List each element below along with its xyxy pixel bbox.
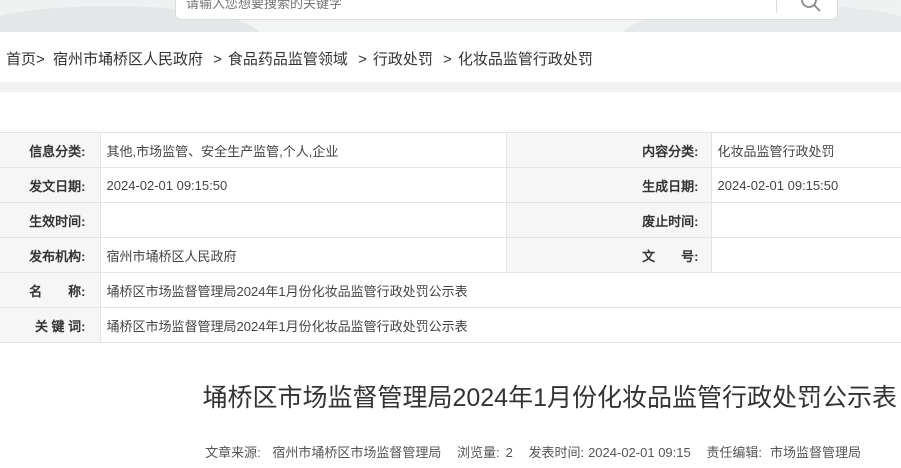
source-label: 文章来源:: [205, 445, 261, 460]
views-value: 2: [505, 445, 513, 460]
editor-value: 市场监督管理局: [769, 445, 861, 460]
publisher-label: 发布机构:: [0, 237, 101, 273]
search-icon: [801, 0, 821, 12]
doc-number-value: [710, 237, 901, 273]
content-category-label: 内容分类:: [505, 132, 712, 168]
effective-date-label: 生效时间:: [0, 202, 101, 238]
name-label: 名 称:: [0, 272, 101, 308]
name-value: 埇桥区市场监督管理局2024年1月份化妆品监管行政处罚公示表: [99, 272, 901, 308]
breadcrumb-government[interactable]: 宿州市埇桥区人民政府: [53, 51, 203, 68]
generate-date-value: 2024-02-01 09:15:50: [710, 167, 901, 203]
keywords-value: 埇桥区市场监督管理局2024年1月份化妆品监管行政处罚公示表: [99, 307, 901, 343]
publish-time-value: 2024-02-01 09:15: [588, 445, 691, 460]
expire-date-value: [710, 202, 901, 238]
effective-date-value: [99, 202, 507, 238]
content-category-value: 化妆品监管行政处罚: [710, 132, 901, 168]
table-row: 生效时间: 废止时间:: [0, 202, 901, 238]
breadcrumb-separator: >: [36, 51, 45, 68]
breadcrumb-cosmetics[interactable]: 化妆品监管行政处罚: [458, 51, 593, 68]
doc-number-label: 文 号:: [505, 237, 712, 273]
table-row: 关 键 词: 埇桥区市场监督管理局2024年1月份化妆品监管行政处罚公示表: [0, 307, 901, 343]
breadcrumb-home[interactable]: 首页: [6, 51, 36, 68]
issue-date-value: 2024-02-01 09:15:50: [99, 167, 507, 203]
views-label: 浏览量:: [456, 445, 500, 460]
breadcrumb-separator: >: [443, 51, 452, 68]
search-divider: [776, 0, 777, 13]
search-button[interactable]: [788, 0, 832, 19]
breadcrumb-penalty[interactable]: 行政处罚: [373, 51, 433, 68]
table-row: 信息分类: 其他,市场监管、安全生产监管,个人,企业 内容分类: 化妆品监管行政…: [0, 132, 901, 168]
table-row: 发文日期: 2024-02-01 09:15:50 生成日期: 2024-02-…: [0, 167, 901, 203]
expire-date-label: 废止时间:: [505, 202, 712, 238]
source-value: 宿州市埇桥区市场监督管理局: [272, 445, 442, 460]
category-label: 信息分类:: [0, 132, 101, 168]
breadcrumb-separator: >: [358, 51, 367, 68]
document-info-table: 信息分类: 其他,市场监管、安全生产监管,个人,企业 内容分类: 化妆品监管行政…: [0, 132, 901, 343]
breadcrumb: 首页> 宿州市埇桥区人民政府 > 食品药品监管领域 > 行政处罚 > 化妆品监管行政处…: [6, 48, 593, 68]
publisher-value: 宿州市埇桥区人民政府: [99, 237, 507, 273]
breadcrumb-separator: >: [213, 51, 222, 68]
search-input[interactable]: [186, 0, 776, 19]
search-box: [175, 0, 838, 20]
article-title: 埇桥区市场监督管理局2024年1月份化妆品监管行政处罚公示表: [202, 384, 897, 412]
article-meta: 文章来源: 宿州市埇桥区市场监督管理局 浏览量: 2 发表时间: 2024-02-0…: [0, 442, 901, 461]
category-value: 其他,市场监管、安全生产监管,个人,企业: [99, 132, 507, 168]
breadcrumb-food-drug[interactable]: 食品药品监管领域: [228, 51, 348, 68]
editor-label: 责任编辑:: [706, 445, 762, 460]
keywords-label: 关 键 词:: [0, 307, 101, 343]
section-divider: [0, 82, 901, 92]
issue-date-label: 发文日期:: [0, 167, 101, 203]
table-row: 名 称: 埇桥区市场监督管理局2024年1月份化妆品监管行政处罚公示表: [0, 272, 901, 308]
publish-time-label: 发表时间:: [528, 445, 585, 460]
table-row: 发布机构: 宿州市埇桥区人民政府 文 号:: [0, 237, 901, 273]
header-banner: [0, 0, 901, 32]
generate-date-label: 生成日期:: [505, 167, 712, 203]
